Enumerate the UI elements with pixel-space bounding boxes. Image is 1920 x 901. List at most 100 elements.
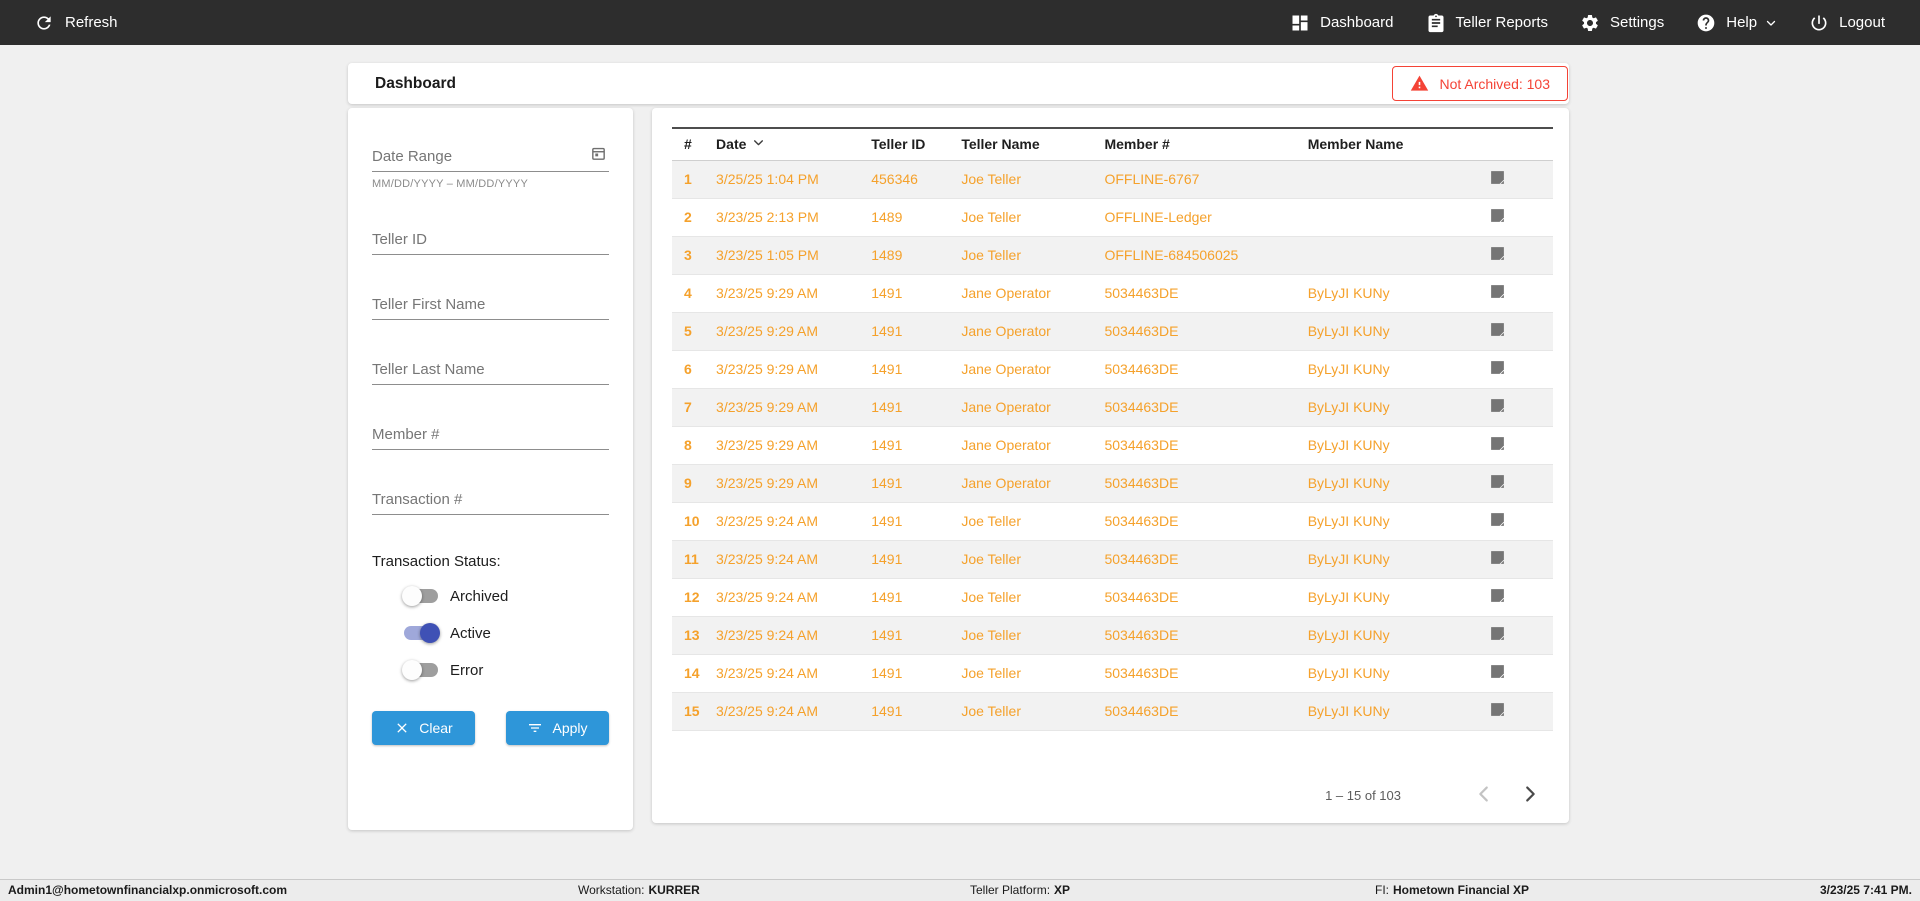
note-icon[interactable] [1489, 397, 1506, 414]
table-row[interactable]: 11 3/23/25 9:24 AM 1491 Joe Teller 5034463DE… [672, 540, 1553, 578]
row-icon-cell [1489, 426, 1553, 464]
table-row[interactable]: 3 3/23/25 1:05 PM 1489 Joe Teller OFFLINE-68… [672, 236, 1553, 274]
date-range-input[interactable] [372, 142, 609, 172]
cell-member-name: ByLyJI KUNy [1307, 475, 1390, 491]
note-icon[interactable] [1489, 245, 1506, 262]
table-row[interactable]: 14 3/23/25 9:24 AM 1491 Joe Teller 5034463DE… [672, 654, 1553, 692]
table-row[interactable]: 13 3/23/25 9:24 AM 1491 Joe Teller 5034463DE… [672, 616, 1553, 654]
x-icon [394, 720, 410, 736]
cell-num: 15 [684, 703, 700, 719]
cell-date: 3/23/25 9:29 AM [716, 399, 819, 415]
toggle-label: Active [450, 624, 491, 642]
row-icon-cell [1489, 236, 1553, 274]
note-icon[interactable] [1489, 207, 1506, 224]
cell-date: 3/23/25 9:24 AM [716, 513, 819, 529]
transaction-number-input[interactable] [372, 485, 609, 515]
table-row[interactable]: 2 3/23/25 2:13 PM 1489 Joe Teller OFFLINE-Le… [672, 198, 1553, 236]
cell-teller-id: 1491 [871, 285, 903, 301]
table-row[interactable]: 7 3/23/25 9:29 AM 1491 Jane Operator 5034463… [672, 388, 1553, 426]
archived-toggle[interactable] [402, 586, 438, 606]
cell-date: 3/23/25 9:29 AM [716, 437, 819, 453]
col-teller-id[interactable]: Teller ID [871, 128, 961, 160]
note-icon[interactable] [1489, 283, 1506, 300]
cell-teller-id: 1491 [871, 323, 903, 339]
col-date-label: Date [716, 136, 747, 153]
cell-num: 13 [684, 627, 700, 643]
note-icon[interactable] [1489, 549, 1506, 566]
filter-fields [372, 225, 609, 515]
note-icon[interactable] [1489, 511, 1506, 528]
cell-date: 3/23/25 9:24 AM [716, 627, 819, 643]
cell-num: 4 [684, 285, 692, 301]
note-icon[interactable] [1489, 169, 1506, 186]
table-row[interactable]: 10 3/23/25 9:24 AM 1491 Joe Teller 5034463DE… [672, 502, 1553, 540]
col-date[interactable]: Date [716, 128, 871, 160]
row-icon-cell [1489, 350, 1553, 388]
nav-item-settings[interactable]: Settings [1580, 13, 1664, 33]
cell-num: 3 [684, 247, 692, 263]
previous-page-button[interactable] [1473, 783, 1495, 808]
cell-member-name [1308, 198, 1489, 236]
col-teller-name[interactable]: Teller Name [961, 128, 1104, 160]
cell-teller-name: Joe Teller [961, 665, 1021, 681]
member-number-input[interactable] [372, 420, 609, 450]
col-member-num[interactable]: Member # [1104, 128, 1307, 160]
field-date-range [372, 142, 609, 172]
cell-member-name [1308, 160, 1489, 198]
clear-button[interactable]: Clear [372, 711, 475, 745]
table-row[interactable]: 4 3/23/25 9:29 AM 1491 Jane Operator 5034463… [672, 274, 1553, 312]
teller-platform-info: Teller Platform: XP [970, 883, 1071, 897]
cell-member-num: 5034463DE [1104, 437, 1179, 453]
nav-item-label: Dashboard [1320, 14, 1394, 31]
note-icon[interactable] [1489, 625, 1506, 642]
note-icon[interactable] [1489, 587, 1506, 604]
cell-member-num: 5034463DE [1104, 361, 1179, 377]
not-archived-badge[interactable]: Not Archived: 103 [1392, 66, 1568, 101]
cell-member-name [1308, 236, 1489, 274]
chevron-down-icon [1766, 17, 1777, 29]
status-bar: Admin1@hometownfinancialxp.onmicrosoft.c… [0, 879, 1920, 901]
cell-teller-id: 456346 [871, 171, 918, 187]
table-row[interactable]: 15 3/23/25 9:24 AM 1491 Joe Teller 5034463DE… [672, 692, 1553, 730]
table-row[interactable]: 5 3/23/25 9:29 AM 1491 Jane Operator 5034463… [672, 312, 1553, 350]
cell-member-num: 5034463DE [1104, 475, 1179, 491]
note-icon[interactable] [1489, 435, 1506, 452]
toggle-row-active: Active [372, 622, 609, 644]
row-icon-cell [1489, 464, 1553, 502]
refresh-button[interactable]: Refresh [34, 13, 118, 33]
cell-teller-id: 1491 [871, 589, 903, 605]
nav-item-dashboard[interactable]: Dashboard [1290, 13, 1394, 33]
date-picker-button[interactable] [590, 145, 607, 165]
col-num[interactable]: # [672, 128, 716, 160]
note-icon[interactable] [1489, 701, 1506, 718]
note-icon[interactable] [1489, 473, 1506, 490]
cell-member-num: 5034463DE [1104, 513, 1179, 529]
table-row[interactable]: 9 3/23/25 9:29 AM 1491 Jane Operator 5034463… [672, 464, 1553, 502]
teller-first-name-input[interactable] [372, 290, 609, 320]
note-icon[interactable] [1489, 321, 1506, 338]
filter-actions: Clear Apply [372, 711, 609, 745]
field-member-number [372, 420, 609, 450]
apply-button[interactable]: Apply [506, 711, 609, 745]
nav-item-help[interactable]: Help [1696, 13, 1777, 33]
nav-item-label: Help [1726, 14, 1758, 31]
note-icon[interactable] [1489, 663, 1506, 680]
teller-last-name-input[interactable] [372, 355, 609, 385]
nav-item-logout[interactable]: Logout [1809, 13, 1885, 33]
clear-button-label: Clear [419, 720, 453, 736]
row-icon-cell [1489, 692, 1553, 730]
cell-teller-name: Joe Teller [961, 703, 1021, 719]
error-toggle[interactable] [402, 660, 438, 680]
nav-item-teller-reports[interactable]: Teller Reports [1426, 13, 1548, 33]
next-page-button[interactable] [1519, 783, 1541, 808]
table-row[interactable]: 6 3/23/25 9:29 AM 1491 Jane Operator 5034463… [672, 350, 1553, 388]
table-row[interactable]: 1 3/25/25 1:04 PM 456346 Joe Teller OFFLINE-… [672, 160, 1553, 198]
toggle-row-archived: Archived [372, 585, 609, 607]
col-member-name[interactable]: Member Name [1308, 128, 1489, 160]
note-icon[interactable] [1489, 359, 1506, 376]
teller-id-input[interactable] [372, 225, 609, 255]
table-row[interactable]: 12 3/23/25 9:24 AM 1491 Joe Teller 5034463DE… [672, 578, 1553, 616]
cell-num: 8 [684, 437, 692, 453]
active-toggle[interactable] [404, 623, 440, 643]
table-row[interactable]: 8 3/23/25 9:29 AM 1491 Jane Operator 5034463… [672, 426, 1553, 464]
